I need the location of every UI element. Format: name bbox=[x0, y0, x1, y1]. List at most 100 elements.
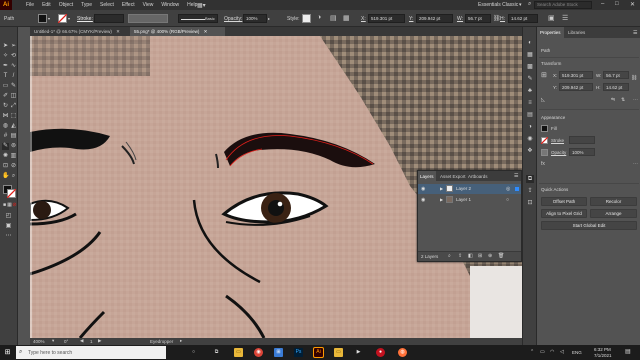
notifications-icon[interactable]: ▤ bbox=[625, 348, 631, 355]
perspective-grid-tool-icon[interactable]: ◭ bbox=[10, 123, 17, 130]
props-fill-swatch[interactable] bbox=[541, 125, 548, 132]
network-icon[interactable]: ◠ bbox=[550, 349, 554, 355]
gradient-panel-icon[interactable]: ▤ bbox=[526, 111, 534, 119]
volume-icon[interactable]: ◁ bbox=[560, 349, 564, 355]
menu-edit[interactable]: Edit bbox=[38, 2, 55, 8]
artboards-panel-icon[interactable]: ⊡ bbox=[526, 199, 534, 207]
new-sublayer-icon[interactable]: ⊞ bbox=[478, 253, 482, 259]
locate-object-icon[interactable]: ⌕ bbox=[448, 253, 451, 259]
layout-icon[interactable]: ▦▾ bbox=[197, 2, 206, 9]
align-to-pixel-grid-button[interactable]: Align to Pixel Grid bbox=[541, 209, 587, 218]
y-label[interactable]: Y: bbox=[409, 16, 413, 22]
cortana-icon[interactable]: ○ bbox=[189, 348, 198, 357]
opacity-field[interactable]: 100% bbox=[243, 14, 267, 23]
color-panel-icon[interactable]: ◐ bbox=[526, 39, 534, 47]
paintbrush-tool-icon[interactable]: ✎ bbox=[10, 83, 17, 90]
curvature-tool-icon[interactable]: ∿ bbox=[10, 63, 17, 70]
graphic-style-swatch[interactable] bbox=[302, 14, 311, 23]
appearance-panel-icon[interactable]: ◉ bbox=[526, 135, 534, 143]
x-field[interactable]: 519.301 pt bbox=[368, 14, 405, 23]
new-layer-icon[interactable]: ⊕ bbox=[488, 253, 492, 259]
expand-arrow-icon[interactable]: ▶ bbox=[440, 197, 443, 202]
rectangle-tool-icon[interactable]: ▭ bbox=[2, 83, 9, 90]
symbols-panel-icon[interactable]: ♣ bbox=[526, 87, 534, 95]
zoom-dropdown-icon[interactable]: ▾ bbox=[52, 338, 54, 344]
explorer-folder-icon[interactable]: ▭ bbox=[334, 348, 343, 357]
battery-icon[interactable]: ▭ bbox=[540, 349, 545, 355]
search-stock-icon[interactable]: ⌕ bbox=[528, 1, 531, 8]
layer-row[interactable]: ◉ ▶ Layer 2 ◎ bbox=[418, 184, 521, 194]
appearance-more-icon[interactable]: fx bbox=[541, 161, 545, 167]
props-h-field[interactable]: 14.62 pt bbox=[603, 83, 629, 91]
type-tool-icon[interactable]: T bbox=[2, 73, 9, 80]
status-arrow-icon[interactable]: ▸ bbox=[180, 338, 182, 344]
arrange-button[interactable]: Arrange bbox=[590, 209, 637, 218]
eyedropper-tool-icon[interactable]: ✎ bbox=[2, 143, 9, 150]
direct-selection-tool-icon[interactable]: ➢ bbox=[10, 43, 17, 50]
shape-builder-tool-icon[interactable]: ◍ bbox=[2, 123, 9, 130]
tab-55png-close-icon[interactable]: ✕ bbox=[204, 29, 208, 34]
artboard-next-icon[interactable]: ▶ bbox=[98, 338, 101, 344]
props-opacity-field[interactable]: 100% bbox=[569, 148, 595, 156]
file-explorer-icon[interactable]: ▭ bbox=[234, 348, 243, 357]
visibility-eye-icon[interactable]: ◉ bbox=[421, 186, 425, 192]
swatches-panel-icon[interactable]: ▩ bbox=[526, 63, 534, 71]
photoshop-icon[interactable]: Ps bbox=[294, 348, 303, 357]
make-clipping-mask-icon[interactable]: ◧ bbox=[468, 253, 473, 259]
taskbar-search-box[interactable]: ⌕ Type here to search bbox=[16, 346, 166, 359]
opacity-label[interactable]: Opacity: bbox=[224, 16, 242, 22]
color-guide-icon[interactable]: ▦ bbox=[526, 51, 534, 59]
layers-menu-icon[interactable]: ☰ bbox=[514, 173, 518, 179]
appearance-menu-icon[interactable]: ⋯ bbox=[633, 161, 638, 167]
transparency-panel-icon[interactable]: ◑ bbox=[526, 123, 534, 131]
tab-properties[interactable]: Properties bbox=[537, 27, 564, 38]
h-label[interactable]: H: bbox=[500, 16, 505, 22]
zoom-tool-icon[interactable]: ⌕ bbox=[10, 173, 17, 180]
visibility-eye-icon[interactable]: ◉ bbox=[421, 197, 425, 203]
stroke-label[interactable]: Stroke: bbox=[77, 16, 93, 22]
props-stroke-swatch[interactable] bbox=[541, 137, 548, 144]
shaper-tool-icon[interactable]: ✐ bbox=[2, 93, 9, 100]
menu-type[interactable]: Type bbox=[77, 2, 96, 8]
menu-window[interactable]: Window bbox=[157, 2, 183, 8]
stroke-panel-icon[interactable]: ≡ bbox=[526, 99, 534, 107]
menu-file[interactable]: File bbox=[22, 2, 38, 8]
tab-untitled-close-icon[interactable]: ✕ bbox=[116, 29, 120, 34]
w-field[interactable]: 56.7 pt bbox=[465, 14, 491, 23]
tab-artboards[interactable]: Artboards bbox=[466, 171, 490, 181]
h-field[interactable]: 14.62 pt bbox=[508, 14, 538, 23]
more-transform-icon[interactable]: ⋯ bbox=[633, 97, 638, 103]
clock-time[interactable]: 6:32 PM bbox=[594, 347, 611, 352]
tab-untitled[interactable]: Untitled-1* @ 66.67% (CMYK/Preview) ✕ bbox=[30, 27, 125, 36]
recolor-icon[interactable]: ◑ bbox=[317, 14, 321, 21]
recolor-button[interactable]: Recolor bbox=[590, 197, 637, 206]
symbol-sprayer-tool-icon[interactable]: ✺ bbox=[2, 153, 9, 160]
target-circle-icon[interactable]: ◎ bbox=[506, 186, 510, 192]
magic-wand-tool-icon[interactable]: ✧ bbox=[2, 53, 9, 60]
layer-row[interactable]: ◉ ▶ Layer 1 ○ bbox=[418, 195, 521, 205]
artboard-tool-icon[interactable]: ⊡ bbox=[2, 163, 9, 170]
props-w-field[interactable]: 56.7 pt bbox=[603, 71, 629, 79]
asset-export-icon[interactable]: ⇪ bbox=[526, 187, 534, 195]
recorder-icon[interactable]: ● bbox=[376, 348, 385, 357]
graphic-styles-icon[interactable]: ❖ bbox=[526, 147, 534, 155]
props-stroke-weight-field[interactable] bbox=[569, 136, 595, 144]
props-y-field[interactable]: 209.942 pt bbox=[559, 83, 593, 91]
blend-tool-icon[interactable]: ⊚ bbox=[10, 143, 17, 150]
width-tool-icon[interactable]: ⋈ bbox=[2, 113, 9, 120]
flip-horizontal-icon[interactable]: ⇋ bbox=[611, 97, 615, 103]
windows-start-icon[interactable]: ⊞ bbox=[3, 348, 12, 357]
isolate-icon[interactable]: ▣ bbox=[548, 14, 555, 22]
hand-tool-icon[interactable]: ✋ bbox=[2, 173, 9, 180]
rotate-tool-icon[interactable]: ↻ bbox=[2, 103, 9, 110]
scale-tool-icon[interactable]: ⤢ bbox=[10, 103, 17, 110]
layer-name[interactable]: Layer 1 bbox=[456, 197, 471, 202]
slice-tool-icon[interactable]: ⊘ bbox=[10, 163, 17, 170]
chrome-icon[interactable]: ◉ bbox=[254, 348, 263, 357]
align-icon[interactable]: ▤ bbox=[330, 14, 337, 22]
expand-arrow-icon[interactable]: ▶ bbox=[440, 186, 443, 191]
transform-icon[interactable]: ▦ bbox=[343, 14, 350, 22]
draw-mode-icon[interactable]: ◰ bbox=[5, 213, 12, 220]
offset-path-button[interactable]: Offset Path bbox=[541, 197, 587, 206]
workspace-dropdown-icon[interactable]: ▾ bbox=[519, 2, 522, 8]
